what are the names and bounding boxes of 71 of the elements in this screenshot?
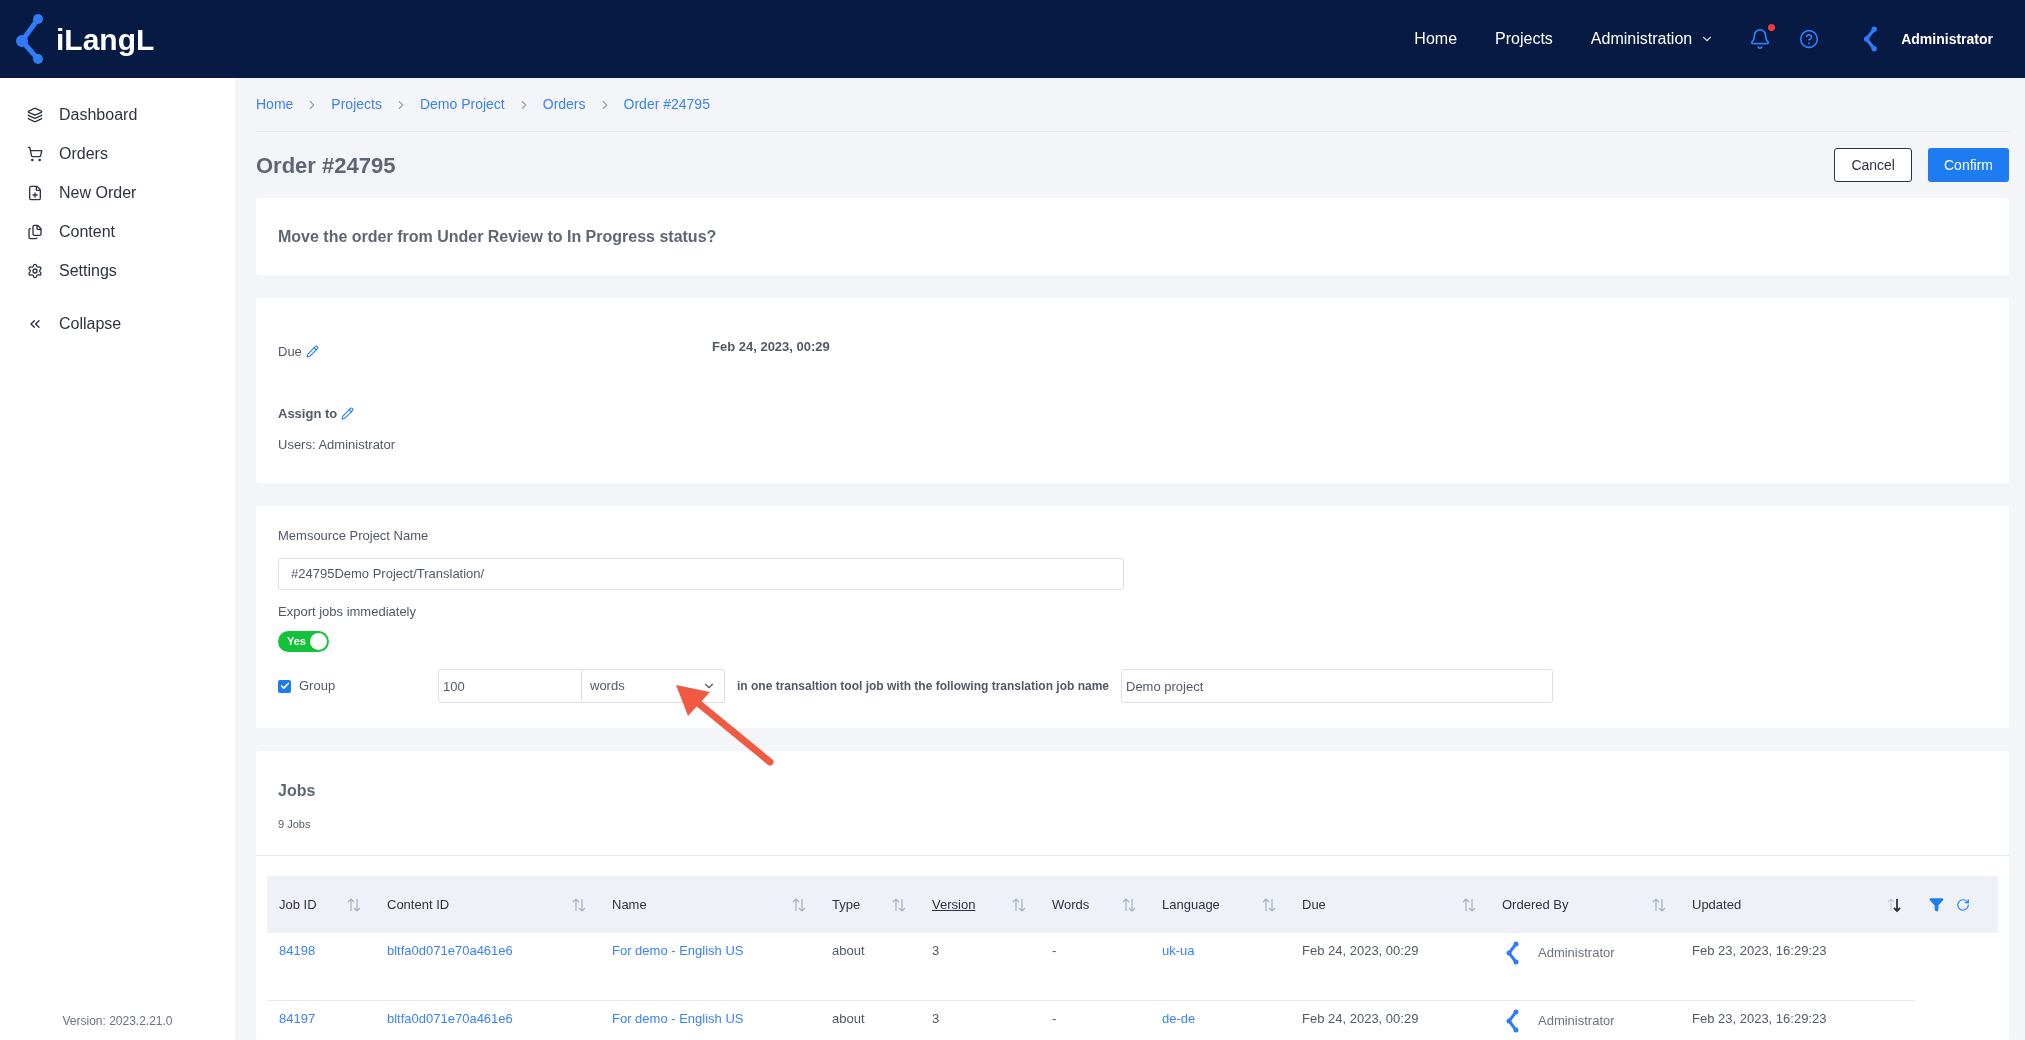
sidebar-item[interactable]: Orders [0,134,235,173]
column-header[interactable]: Name [612,894,647,915]
edit-icon[interactable] [305,345,319,359]
assign-label: Assign to [278,404,338,423]
table-link[interactable]: bltfa0d071e70a461e6 [387,943,513,958]
column-header[interactable]: Job ID [279,894,317,915]
column-header[interactable]: Words [1052,894,1090,915]
sort-icon[interactable] [1887,896,1901,913]
nav-link[interactable]: Home [1414,27,1458,51]
table-link[interactable]: 84198 [279,943,316,958]
job-name-field[interactable]: Demo project [1121,669,1553,703]
group-label: Group [299,677,336,696]
table-cell: Feb 24, 2023, 00:29 [1302,1011,1419,1026]
column-header[interactable]: Ordered By [1502,894,1569,915]
nav-link[interactable]: Administration [1590,27,1715,51]
table-link[interactable]: bltfa0d071e70a461e6 [387,1011,513,1026]
export-label: Export jobs immediately [278,603,416,619]
jobs-count: 9 Jobs [278,818,311,830]
project-name-label: Memsource Project Name [278,528,429,543]
layers-icon [27,106,43,123]
confirm-button[interactable]: Confirm [1928,148,2009,182]
column-header[interactable]: Updated [1692,894,1742,915]
help-button[interactable] [1799,29,1820,49]
table-cell-text: Administrator [1538,1012,1615,1031]
table-link[interactable]: 84197 [279,1011,316,1026]
file-plus-icon [27,184,43,201]
version-text: Version: 2023.2.21.0 [62,1013,173,1030]
nav-link[interactable]: Projects [1495,27,1553,51]
project-name-field[interactable]: #24795Demo Project/Translation/ [278,557,1124,590]
page-title: Order #24795 [256,151,396,180]
refresh-icon[interactable] [1956,897,1970,912]
assigned-users: Users: Administrator [278,437,396,452]
group-description: in one transaltion tool job with the following translation job name [737,678,1109,695]
column-header[interactable]: Content ID [387,894,450,915]
table-cell: - [1052,943,1057,958]
table-cell: 3 [932,943,940,958]
question-text: Move the order from Under Review to In Progress status? [278,226,717,247]
table-link[interactable]: uk-ua [1162,943,1195,958]
filter-icon[interactable] [1929,897,1944,912]
column-header[interactable]: Version [932,894,976,915]
table-cell: about [832,943,865,958]
table-cell: Feb 23, 2023, 16:29:23 [1692,1011,1827,1026]
table-cell: Feb 23, 2023, 16:29:23 [1692,943,1827,958]
sidebar-item[interactable]: Content [0,212,235,251]
table-cell-text: Administrator [1538,944,1615,963]
table-cell: - [1052,1011,1057,1026]
settings-icon [27,262,43,279]
group-size-field[interactable]: 100 [438,669,582,703]
sidebar-item[interactable]: Settings [0,251,235,290]
table-link[interactable]: For demo - English US [612,1011,744,1026]
sidebar-item[interactable]: New Order [0,173,235,212]
table-link[interactable]: de-de [1162,1011,1196,1026]
table-cell: Feb 24, 2023, 00:29 [1302,943,1419,958]
column-header[interactable]: Due [1302,894,1326,915]
column-header[interactable]: Type [832,894,861,915]
edit-icon[interactable] [341,406,355,420]
due-label: Due [278,343,302,361]
cart-icon [27,145,43,162]
user-name[interactable]: Administrator [1901,28,1993,50]
logo-text: iLangL [56,21,155,58]
due-value: Feb 24, 2023, 00:29 [712,338,830,356]
table-cell: about [832,1011,865,1026]
cancel-button[interactable]: Cancel [1834,148,1912,182]
column-header[interactable]: Language [1162,894,1220,915]
collapse-button[interactable]: Collapse [0,304,235,343]
group-checkbox[interactable] [278,679,291,693]
sidebar-item[interactable]: Dashboard [0,95,235,134]
table-cell: 3 [932,1011,940,1026]
table-link[interactable]: For demo - English US [612,943,744,958]
jobs-title: Jobs [278,781,317,801]
documents-icon [27,223,43,240]
